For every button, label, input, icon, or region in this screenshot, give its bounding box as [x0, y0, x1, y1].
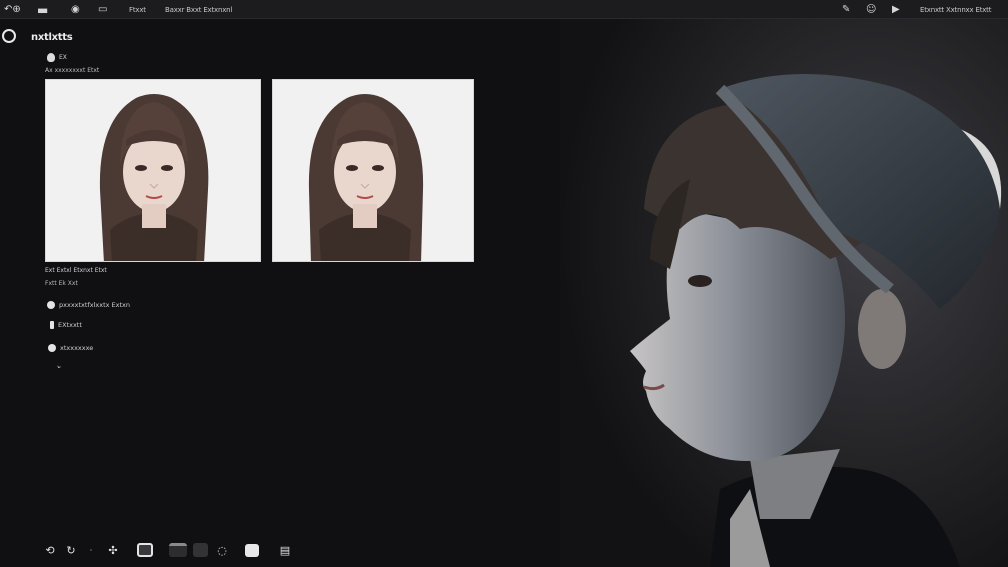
back-icon[interactable]: ↶⊕ [4, 0, 21, 19]
option-label: pxxxxtxtfxlxxtx Extxn [59, 301, 131, 309]
menu-center[interactable]: Baxxr Bxxt Extxnxnl [165, 0, 232, 19]
bottom-toolbar: ⟲ ↻ · ✣ ◌ ▤ [0, 538, 310, 562]
option-label: EXtxxtt [58, 321, 82, 329]
panel-button[interactable] [168, 538, 188, 562]
menu-file[interactable]: Ftxxt [129, 0, 146, 19]
meta-description: Ax xxxxxxxxt Etxt [45, 67, 100, 74]
circle-icon[interactable]: ◌ [216, 538, 228, 562]
undo-icon[interactable]: ⟲ [44, 538, 56, 562]
top-bar: ↶⊕ ▬ ◉ ▭ Ftxxt Baxxr Bxxt Extxnxnl ✎ ☺ ▶… [0, 0, 1008, 19]
record-icon[interactable]: ◉ [71, 0, 80, 19]
gallery-icon [47, 53, 55, 62]
stop-button[interactable] [192, 538, 208, 562]
window-icon[interactable]: ▭ [98, 0, 107, 19]
download-icon[interactable] [244, 538, 260, 562]
app-logo-icon[interactable] [2, 29, 16, 43]
thumbnail-image-1[interactable] [45, 79, 261, 262]
play-icon[interactable]: ▶ [892, 0, 900, 19]
caption-subtitle: Fxtt Ek Xxt [45, 280, 78, 287]
option-label: xtxxxxxxe [60, 344, 94, 352]
square-button[interactable] [136, 538, 154, 562]
puzzle-icon[interactable]: ✣ [104, 538, 122, 562]
status-text: Etxnxtt Xxtnnxx Etxtt [920, 5, 992, 14]
hero-image [560, 19, 1008, 567]
app-title: nxtlxtts [31, 32, 73, 43]
pen-icon[interactable]: ✎ [842, 0, 850, 19]
option-item-3[interactable]: xtxxxxxxe [48, 344, 93, 352]
dot-icon[interactable]: · [86, 538, 96, 562]
option-item-1[interactable]: pxxxxtxtfxlxxtx Extxn [47, 301, 130, 309]
caption-title: Ext Extxl Etxnxt Etxt [45, 267, 107, 274]
emoji-icon[interactable]: ☺ [866, 0, 876, 19]
thumbnail-image-2[interactable] [272, 79, 474, 262]
clipboard-icon[interactable]: ▤ [278, 538, 292, 562]
meta-label: EX [59, 54, 67, 61]
toggle-icon [48, 344, 56, 352]
bookmark-icon [50, 321, 54, 329]
redo-icon[interactable]: ↻ [64, 538, 78, 562]
option-item-2[interactable]: EXtxxtt [50, 321, 82, 329]
radio-icon [47, 301, 55, 309]
menu-icon[interactable]: ▬ [37, 0, 48, 19]
